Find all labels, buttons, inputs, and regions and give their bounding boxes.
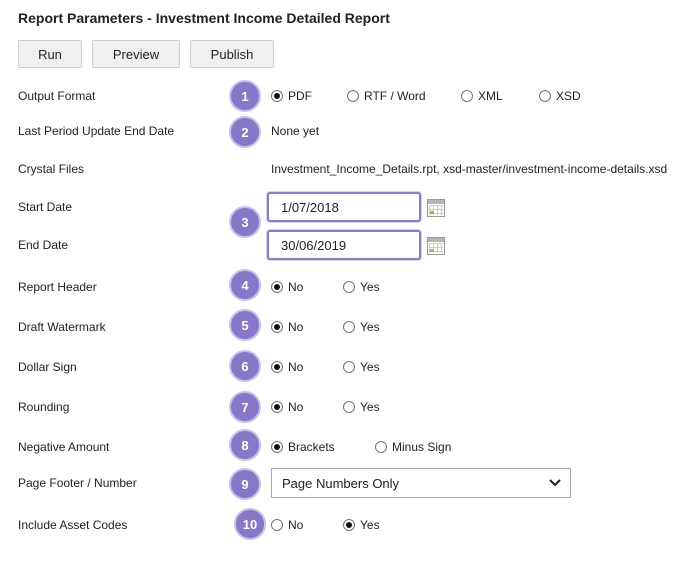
option-label: Yes [360,518,380,532]
option-label: Yes [360,320,380,334]
start-date-calendar-icon[interactable] [427,199,445,217]
report-header-label: Report Header [18,280,97,294]
include-asset-codes-label: Include Asset Codes [18,518,128,532]
option-label: XSD [556,89,581,103]
option-label: RTF / Word [364,89,426,103]
option-label: No [288,280,304,294]
radio-unselected-icon[interactable] [343,321,355,333]
step-badge-7: 7 [229,391,261,423]
dollar-sign-no-option[interactable]: No [271,360,303,374]
output-format-row: Output Format 1 PDF RTF / Word XML XSD [0,80,700,112]
rounding-label: Rounding [18,400,70,414]
draft-watermark-no-option[interactable]: No [271,320,303,334]
output-format-xsd-option[interactable]: XSD [539,89,581,103]
draft-watermark-row: Draft Watermark 5 No Yes [0,309,700,342]
report-header-yes-option[interactable]: Yes [343,280,380,294]
radio-unselected-icon[interactable] [375,441,387,453]
run-button[interactable]: Run [18,40,82,68]
option-label: Yes [360,400,380,414]
radio-unselected-icon[interactable] [271,519,283,531]
rounding-yes-option[interactable]: Yes [343,400,380,414]
output-format-xml-option[interactable]: XML [461,89,503,103]
radio-unselected-icon[interactable] [539,90,551,102]
page-footer-select[interactable]: Page Numbers Only [271,468,571,498]
start-date-label: Start Date [18,200,73,214]
option-label: No [288,360,304,374]
radio-unselected-icon[interactable] [343,361,355,373]
last-period-value: None yet [271,124,320,138]
option-label: XML [478,89,503,103]
output-format-pdf-option[interactable]: PDF [271,89,312,103]
step-badge-8: 8 [229,429,261,461]
publish-button[interactable]: Publish [190,40,274,68]
step-badge-6: 6 [229,350,261,382]
output-format-label: Output Format [18,89,96,103]
radio-selected-icon[interactable] [271,90,283,102]
crystal-files-label: Crystal Files [18,162,85,176]
negative-amount-label: Negative Amount [18,440,110,454]
include-asset-codes-no-option[interactable]: No [271,518,303,532]
preview-button[interactable]: Preview [92,40,180,68]
radio-selected-icon[interactable] [271,441,283,453]
report-header-row: Report Header 4 No Yes [0,269,700,302]
radio-unselected-icon[interactable] [461,90,473,102]
option-label: No [288,400,304,414]
option-label: Brackets [288,440,335,454]
crystal-files-value: Investment_Income_Details.rpt, xsd-maste… [271,162,668,176]
option-label: Yes [360,360,380,374]
step-badge-2: 2 [229,116,261,148]
step-badge-1: 1 [229,80,261,112]
negative-amount-brackets-option[interactable]: Brackets [271,440,335,454]
radio-selected-icon[interactable] [271,281,283,293]
option-label: Yes [360,280,380,294]
end-date-calendar-icon[interactable] [427,237,445,255]
step-badge-5: 5 [229,309,261,341]
page-title: Report Parameters - Investment Income De… [18,10,390,26]
last-period-row: Last Period Update End Date 2 None yet [0,116,700,148]
dollar-sign-row: Dollar Sign 6 No Yes [0,350,700,382]
radio-unselected-icon[interactable] [343,281,355,293]
radio-unselected-icon[interactable] [347,90,359,102]
step-badge-4: 4 [229,269,261,301]
option-label: Minus Sign [392,440,452,454]
dollar-sign-yes-option[interactable]: Yes [343,360,380,374]
option-label: PDF [288,89,312,103]
page-footer-label: Page Footer / Number [18,476,137,490]
report-header-no-option[interactable]: No [271,280,303,294]
output-format-rtf-option[interactable]: RTF / Word [347,89,426,103]
step-badge-3: 3 [229,206,261,238]
end-date-input[interactable]: 30/06/2019 [267,230,421,260]
negative-amount-minus-sign-option[interactable]: Minus Sign [375,440,451,454]
page-footer-selected-value: Page Numbers Only [282,475,400,491]
end-date-label: End Date [18,238,69,252]
include-asset-codes-yes-option[interactable]: Yes [343,518,380,532]
step-badge-9: 9 [229,468,261,500]
negative-amount-row: Negative Amount 8 Brackets Minus Sign [0,429,700,462]
start-date-input[interactable]: 1/07/2018 [267,192,421,222]
draft-watermark-label: Draft Watermark [18,320,106,334]
rounding-no-option[interactable]: No [271,400,303,414]
chevron-down-icon [549,479,561,487]
rounding-row: Rounding 7 No Yes [0,391,700,423]
radio-selected-icon[interactable] [271,401,283,413]
crystal-files-row: Crystal Files Investment_Income_Details.… [0,154,700,184]
option-label: No [288,320,304,334]
date-range-group: 1/07/2018 30/06/2019 [267,191,423,261]
toolbar: Run Preview Publish [18,40,274,68]
radio-selected-icon[interactable] [343,519,355,531]
include-asset-codes-row: Include Asset Codes 10 No Yes [0,508,700,540]
step-badge-10: 10 [234,508,266,540]
last-period-label: Last Period Update End Date [18,124,175,138]
radio-selected-icon[interactable] [271,361,283,373]
dollar-sign-label: Dollar Sign [18,360,77,374]
radio-unselected-icon[interactable] [343,401,355,413]
draft-watermark-yes-option[interactable]: Yes [343,320,380,334]
option-label: No [288,518,304,532]
radio-selected-icon[interactable] [271,321,283,333]
